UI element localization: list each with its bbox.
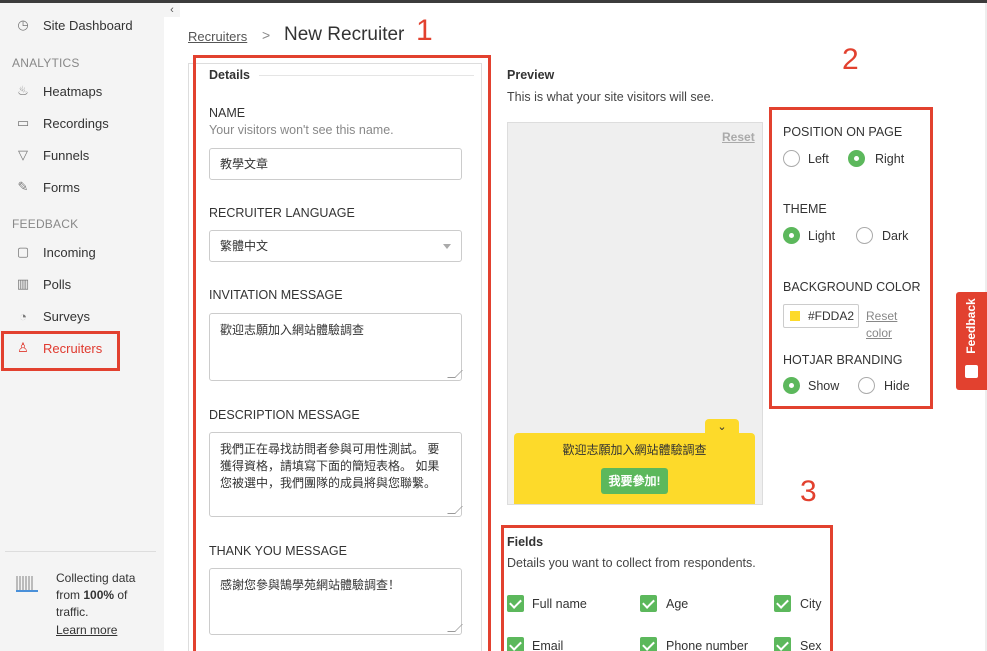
preview-subtitle: This is what your site visitors will see… [507,90,715,104]
field-sex-label: Sex [800,639,822,651]
feedback-face-icon [965,365,978,378]
field-sex-checkbox[interactable] [774,637,791,651]
widget-message: 歡迎志願加入網站體驗調查 [562,443,707,457]
theme-label: THEME [783,202,827,216]
field-age-label: Age [666,597,689,611]
description-label: DESCRIPTION MESSAGE [209,408,360,422]
sidebar-item-label: Surveys [43,308,90,324]
field-city-label: City [800,597,822,611]
sidebar-item-label: Incoming [43,244,96,260]
section-feedback: FEEDBACK [12,217,79,231]
pie-chart-icon: ◔ [19,308,27,324]
sidebar-divider [5,551,156,552]
name-input[interactable]: 教學文章 [209,148,462,180]
position-left-label: Left [808,152,829,166]
field-phone-label: Phone number [666,639,749,651]
sidebar-item-recordings[interactable]: ▭ Recordings [0,109,164,137]
sidebar-item-label: Forms [43,179,80,195]
form-icon: ✎ [17,179,29,194]
description-textarea[interactable]: 我們正在尋找訪問者參與可用性測試。 要獲得資格，請填寫下面的簡短表格。 如果您被… [209,432,463,517]
thanks-text: 感謝您參與鵠學苑網站體驗調查！ [220,578,401,592]
field-fullname-label: Full name [532,597,587,611]
inbox-icon: ▢ [16,244,30,259]
learn-more-link[interactable]: Learn more [56,622,156,639]
sidebar-item-label: Site Dashboard [43,17,133,33]
branding-show-label: Show [808,379,840,393]
sidebar-item-label: Heatmaps [43,83,103,99]
sidebar-item-site-dashboard[interactable]: ◷ Site Dashboard [0,11,164,39]
resize-handle-icon[interactable] [447,506,463,514]
breadcrumb-separator: > [262,27,271,43]
sidebar-item-funnels[interactable]: ▽ Funnels [0,141,164,169]
branding-hide-label: Hide [884,379,910,393]
preview-reset-link[interactable]: Reset [722,130,755,144]
dashboard-icon: ◷ [17,17,29,32]
fields-heading: Fields [507,535,544,549]
traffic-bars-icon [16,576,38,592]
thanks-textarea[interactable]: 感謝您參與鵠學苑網站體驗調查！ [209,568,463,635]
flame-icon: ♨ [17,83,29,98]
theme-dark-radio[interactable] [856,227,873,244]
position-right-label: Right [875,152,905,166]
field-email-checkbox[interactable] [507,637,524,651]
widget-join-button[interactable]: 我要參加! [601,468,668,494]
position-label: POSITION ON PAGE [783,125,903,139]
theme-light-radio[interactable] [783,227,800,244]
sidebar-item-incoming[interactable]: ▢ Incoming [0,238,164,266]
sidebar-item-label: Recordings [43,115,109,131]
theme-dark-label: Dark [882,229,909,243]
thanks-label: THANK YOU MESSAGE [209,544,347,558]
annotation-box-fields [501,525,833,651]
resize-handle-icon[interactable] [447,624,463,632]
bg-color-swatch [790,311,800,321]
branding-show-radio[interactable] [783,377,800,394]
bg-color-label: BACKGROUND COLOR [783,280,921,294]
annotation-highlight-recruiters [1,331,120,371]
collecting-percent: 100% [83,588,115,602]
details-heading-rule [259,75,474,76]
sidebar-item-polls[interactable]: ▥ Polls [0,270,164,298]
breadcrumb-recruiters-link[interactable]: Recruiters [188,29,247,44]
chevron-down-icon [443,244,451,249]
invitation-textarea[interactable]: 歡迎志願加入網站體驗調查 [209,313,463,381]
invitation-label: INVITATION MESSAGE [209,288,343,302]
fields-subtitle: Details you want to collect from respond… [507,556,756,570]
resize-handle-icon[interactable] [447,370,463,378]
collapse-sidebar-button[interactable]: ‹ [164,3,180,17]
bar-chart-icon: ▥ [16,276,30,291]
language-select[interactable]: 繁體中文 [209,230,462,262]
sidebar-item-surveys[interactable]: ◔ Surveys [0,302,164,330]
sidebar-item-heatmaps[interactable]: ♨ Heatmaps [0,77,164,105]
description-text: 我們正在尋找訪問者參與可用性測試。 要獲得資格，請填寫下面的簡短表格。 如果您被… [220,442,440,490]
page-title: New Recruiter [284,24,405,45]
funnel-icon: ▽ [18,147,28,162]
field-fullname-checkbox[interactable] [507,595,524,612]
details-heading: Details [209,68,250,82]
field-email-label: Email [532,639,564,651]
name-label: NAME [209,106,246,120]
annotation-number-2: 2 [842,43,859,76]
language-label: RECRUITER LANGUAGE [209,206,355,220]
branding-label: HOTJAR BRANDING [783,353,903,367]
feedback-tab-label: Feedback [964,298,978,354]
branding-hide-radio[interactable] [858,377,875,394]
position-left-radio[interactable] [783,150,800,167]
camera-icon: ▭ [16,115,30,130]
invitation-text: 歡迎志願加入網站體驗調查 [220,323,365,337]
name-helper-text: Your visitors won't see this name. [209,123,394,137]
field-age-checkbox[interactable] [640,595,657,612]
annotation-number-1: 1 [416,14,433,47]
bg-color-reset-link[interactable]: Reset color [866,308,906,342]
annotation-number-3: 3 [800,475,817,508]
language-select-value: 繁體中文 [220,239,269,253]
preview-heading: Preview [507,68,555,82]
section-analytics: ANALYTICS [12,56,80,70]
theme-light-label: Light [808,229,836,243]
field-phone-checkbox[interactable] [640,637,657,651]
field-city-checkbox[interactable] [774,595,791,612]
sidebar-item-forms[interactable]: ✎ Forms [0,173,164,201]
position-right-radio[interactable] [848,150,865,167]
sidebar-item-label: Funnels [43,147,90,163]
sidebar-item-label: Polls [43,276,72,292]
